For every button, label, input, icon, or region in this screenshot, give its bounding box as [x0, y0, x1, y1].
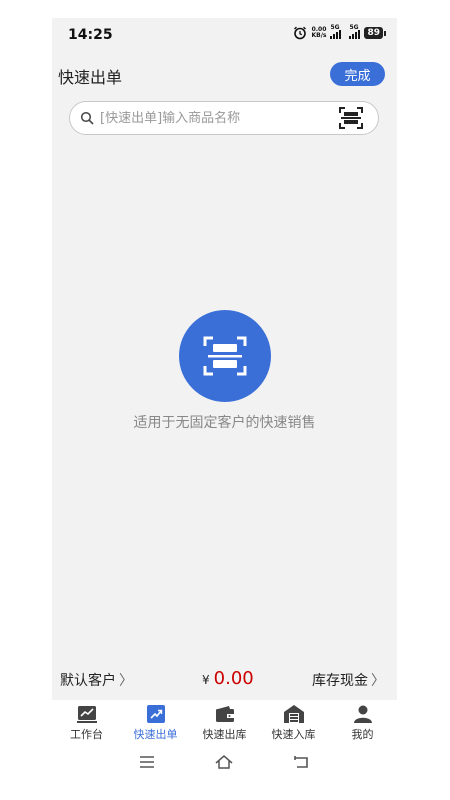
tab-label: 工作台	[70, 728, 103, 741]
signal-icon-2: 5G	[349, 24, 361, 39]
net-speed: 0.00 KB/s	[311, 27, 326, 39]
tab-quick-inbound[interactable]: 快速入库	[259, 700, 328, 742]
tab-label: 我的	[351, 728, 374, 741]
trend-icon	[146, 705, 165, 723]
signal-icon-1: 5G	[330, 24, 342, 39]
back-icon[interactable]	[292, 754, 310, 770]
menu-icon[interactable]	[138, 754, 156, 770]
bottom-tab-bar: 工作台 快速出单 快速出库 快速入库 我的	[52, 700, 397, 742]
total-amount: ¥0.00	[202, 668, 254, 689]
done-button[interactable]: 完成	[330, 62, 385, 86]
page-title: 快速出单	[58, 68, 123, 87]
currency-symbol: ¥	[202, 673, 210, 687]
status-icons: 0.00 KB/s 5G 5G 89	[293, 24, 386, 40]
system-nav-bar	[52, 742, 397, 784]
empty-hint: 适用于无固定客户的快速销售	[133, 415, 316, 431]
scan-icon-large	[203, 336, 246, 376]
tab-workbench[interactable]: 工作台	[52, 700, 121, 742]
tab-label: 快速出单	[133, 728, 178, 741]
customer-selector[interactable]: 默认客户〉	[60, 670, 133, 690]
net-speed-unit: KB/s	[311, 32, 327, 39]
chevron-right-icon: 〉	[119, 673, 133, 689]
tab-label: 快速出库	[202, 728, 247, 741]
signal-gen-label-1: 5G	[330, 24, 340, 31]
warehouse-icon	[283, 705, 304, 723]
search-bar[interactable]	[69, 101, 379, 135]
empty-state: 适用于无固定客户的快速销售	[52, 310, 397, 432]
battery-indicator: 89	[364, 27, 386, 39]
chart-icon	[76, 706, 97, 723]
status-time: 14:25	[68, 27, 113, 43]
summary-bar: 默认客户〉 ¥0.00 库存现金〉	[52, 666, 397, 696]
app-screen: 14:25 0.00 KB/s 5G 5G 89 快速出单 完成 [快速出单]输…	[52, 18, 397, 784]
amount-value: 0.00	[213, 668, 254, 689]
signal-gen-label-2: 5G	[349, 24, 359, 31]
wallet-icon	[215, 706, 234, 722]
tab-profile[interactable]: 我的	[328, 700, 397, 742]
search-icon	[80, 111, 94, 125]
tab-quick-outbound[interactable]: 快速出库	[190, 700, 259, 742]
home-icon[interactable]	[215, 754, 233, 770]
tab-label: 快速入库	[271, 728, 316, 741]
alarm-icon	[294, 26, 307, 40]
customer-label: 默认客户	[60, 673, 116, 689]
payment-label: 库存现金	[312, 673, 368, 689]
scan-icon[interactable]	[338, 105, 364, 131]
page-header: 快速出单 完成	[52, 60, 397, 100]
person-icon	[353, 705, 372, 723]
tab-quick-order[interactable]: 快速出单	[121, 700, 190, 742]
search-input[interactable]	[100, 110, 338, 126]
scan-button-large[interactable]	[178, 310, 271, 402]
chevron-right-icon: 〉	[371, 673, 385, 689]
payment-account-selector[interactable]: 库存现金〉	[312, 670, 385, 690]
status-bar: 14:25 0.00 KB/s 5G 5G 89	[52, 18, 397, 54]
